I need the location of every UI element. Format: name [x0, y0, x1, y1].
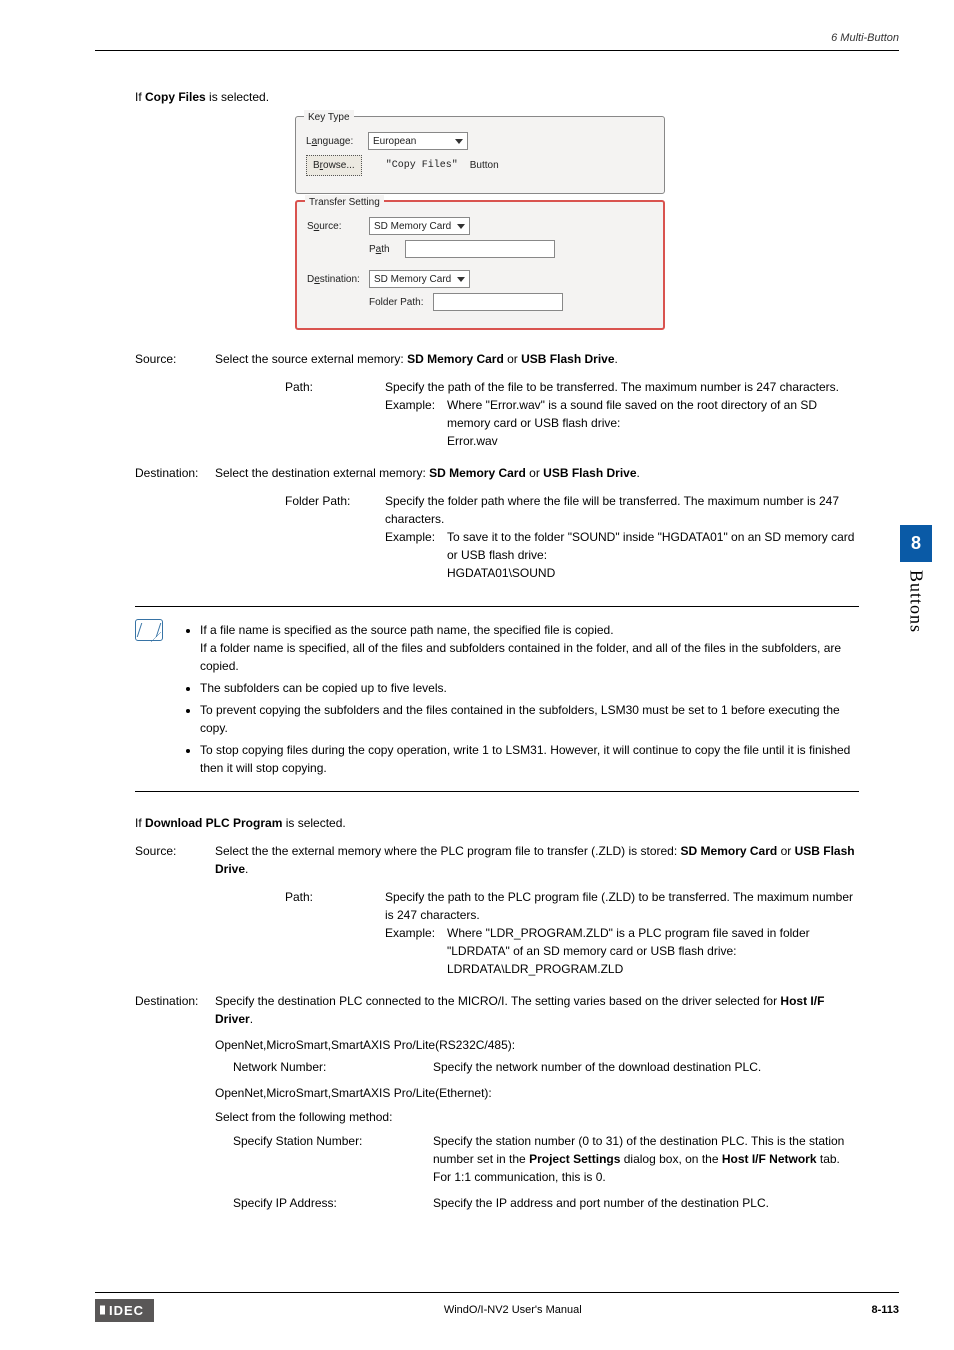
header-section: 6 Multi-Button: [831, 32, 899, 44]
key-type-legend: Key Type: [304, 110, 354, 125]
idec-logo: IDEC: [95, 1299, 154, 1323]
destination-desc: Select the destination external memory: …: [215, 464, 859, 482]
language-dropdown[interactable]: European: [368, 132, 468, 150]
plc-path-term: Path:: [285, 888, 385, 978]
station-number-desc: Specify the station number (0 to 31) of …: [433, 1132, 859, 1186]
destination-label: Destination:: [307, 272, 363, 287]
manual-title: WindO/I-NV2 User's Manual: [444, 1302, 582, 1319]
note-bullet-4: To stop copying files during the copy op…: [200, 741, 859, 777]
network-number-row: Network Number: Specify the network numb…: [233, 1058, 859, 1076]
folder-path-term: Folder Path:: [285, 492, 385, 582]
page-header: 6 Multi-Button: [95, 30, 899, 51]
copy-files-heading: If Copy Files is selected.: [135, 88, 859, 106]
chapter-title: Buttons: [903, 570, 930, 633]
transfer-setting-legend: Transfer Setting: [305, 195, 384, 210]
folder-path-input[interactable]: [433, 293, 563, 311]
chapter-tab: 8 Buttons: [900, 525, 932, 633]
driver-line-1: OpenNet,MicroSmart,SmartAXIS Pro/Lite(RS…: [215, 1036, 859, 1054]
transfer-setting-group: Transfer Setting Source: SD Memory Card …: [295, 200, 665, 330]
path-label: Path: [369, 242, 399, 257]
destination-definition: Destination: Select the destination exte…: [135, 464, 859, 586]
folder-path-label: Folder Path:: [369, 295, 427, 310]
example-text-2: To save it to the folder "SOUND" inside …: [447, 528, 859, 564]
destination-dropdown[interactable]: SD Memory Card: [369, 270, 470, 288]
source-dropdown[interactable]: SD Memory Card: [369, 217, 470, 235]
plc-destination-desc: Specify the destination PLC connected to…: [215, 992, 859, 1028]
plc-source-desc: Select the the external memory where the…: [215, 842, 859, 878]
destination-term: Destination:: [135, 464, 215, 586]
station-number-label: Specify Station Number:: [233, 1132, 433, 1186]
decor-stripe-right: [673, 116, 679, 330]
example-label: Example:: [385, 396, 447, 432]
ip-address-label: Specify IP Address:: [233, 1194, 433, 1212]
example-value-2: HGDATA01\SOUND: [447, 564, 859, 582]
driver-line-2: OpenNet,MicroSmart,SmartAXIS Pro/Lite(Et…: [215, 1084, 859, 1102]
method-intro: Select from the following method:: [215, 1108, 859, 1126]
example-value: Error.wav: [447, 432, 859, 450]
language-label: Language:: [306, 134, 362, 149]
note-icon: [135, 619, 163, 641]
key-type-group: Key Type Language: European Browse... "C…: [295, 116, 665, 194]
plc-source-term: Source:: [135, 842, 215, 982]
source-definition: Source: Select the source external memor…: [135, 350, 859, 454]
plc-destination-term: Destination:: [135, 992, 215, 1216]
path-term: Path:: [285, 378, 385, 450]
example-text-3: Where "LDR_PROGRAM.ZLD" is a PLC program…: [447, 924, 859, 960]
page-number: 8-113: [871, 1302, 899, 1319]
example-value-3: LDRDATA\LDR_PROGRAM.ZLD: [447, 960, 859, 978]
station-number-row: Specify Station Number: Specify the stat…: [233, 1132, 859, 1186]
example-label-3: Example:: [385, 924, 447, 960]
copy-files-label: "Copy Files": [386, 158, 458, 173]
chapter-number: 8: [900, 525, 932, 562]
folder-path-desc: Specify the folder path where the file w…: [385, 492, 859, 528]
source-desc: Select the source external memory: SD Me…: [215, 350, 859, 368]
ip-address-desc: Specify the IP address and port number o…: [433, 1194, 859, 1212]
example-text: Where "Error.wav" is a sound file saved …: [447, 396, 859, 432]
button-word: Button: [470, 158, 499, 173]
dialog-screenshot: Key Type Language: European Browse... "C…: [295, 116, 665, 330]
path-desc: Specify the path of the file to be trans…: [385, 378, 859, 396]
note-bullet-3: To prevent copying the subfolders and th…: [200, 701, 859, 737]
plc-source-definition: Source: Select the the external memory w…: [135, 842, 859, 982]
source-label: Source:: [307, 219, 363, 234]
example-label-2: Example:: [385, 528, 447, 564]
network-number-desc: Specify the network number of the downlo…: [433, 1058, 859, 1076]
path-input[interactable]: [405, 240, 555, 258]
note-box: If a file name is specified as the sourc…: [135, 606, 859, 792]
source-term: Source:: [135, 350, 215, 454]
network-number-label: Network Number:: [233, 1058, 433, 1076]
ip-address-row: Specify IP Address: Specify the IP addre…: [233, 1194, 859, 1212]
download-plc-heading: If Download PLC Program is selected.: [135, 814, 859, 832]
browse-button[interactable]: Browse...: [306, 155, 362, 176]
plc-destination-definition: Destination: Specify the destination PLC…: [135, 992, 859, 1216]
note-bullet-1: If a file name is specified as the sourc…: [200, 621, 859, 675]
page-footer: IDEC WindO/I-NV2 User's Manual 8-113: [95, 1292, 899, 1323]
plc-path-desc: Specify the path to the PLC program file…: [385, 888, 859, 924]
decor-stripe-left: [281, 116, 287, 330]
note-bullet-2: The subfolders can be copied up to five …: [200, 679, 859, 697]
